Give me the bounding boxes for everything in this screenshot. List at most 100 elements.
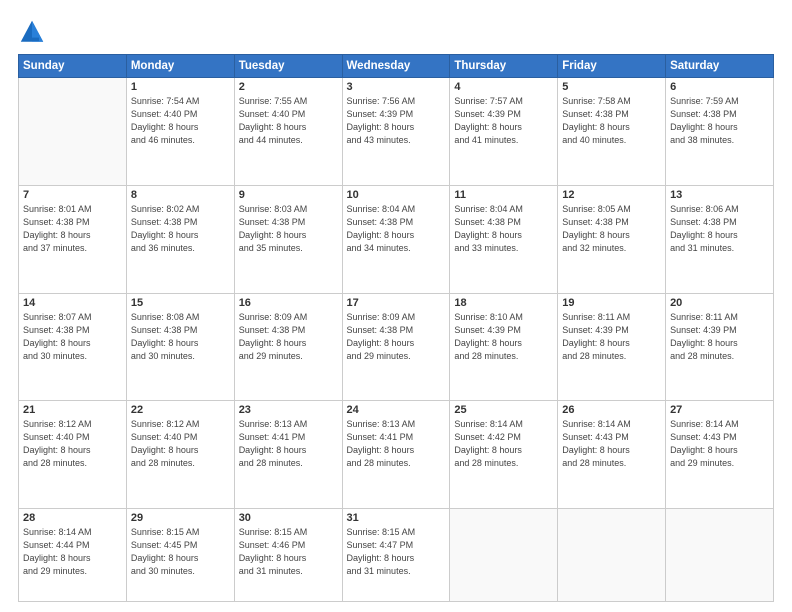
calendar-cell: 23 Sunrise: 8:13 AMSunset: 4:41 PMDayligh… — [234, 401, 342, 509]
day-number: 22 — [131, 404, 230, 416]
day-info: Sunrise: 8:06 AMSunset: 4:38 PMDaylight:… — [670, 203, 769, 255]
day-number: 7 — [23, 189, 122, 201]
day-number: 27 — [670, 404, 769, 416]
day-info: Sunrise: 7:55 AMSunset: 4:40 PMDaylight:… — [239, 95, 338, 147]
day-number: 1 — [131, 81, 230, 93]
day-number: 15 — [131, 297, 230, 309]
day-number: 10 — [347, 189, 446, 201]
day-number: 2 — [239, 81, 338, 93]
day-number: 26 — [562, 404, 661, 416]
day-info: Sunrise: 8:04 AMSunset: 4:38 PMDaylight:… — [347, 203, 446, 255]
calendar-week-row: 21 Sunrise: 8:12 AMSunset: 4:40 PMDayligh… — [19, 401, 774, 509]
day-info: Sunrise: 8:15 AMSunset: 4:46 PMDaylight:… — [239, 526, 338, 578]
calendar-cell: 18 Sunrise: 8:10 AMSunset: 4:39 PMDayligh… — [450, 293, 558, 401]
day-number: 6 — [670, 81, 769, 93]
day-info: Sunrise: 7:54 AMSunset: 4:40 PMDaylight:… — [131, 95, 230, 147]
day-info: Sunrise: 8:14 AMSunset: 4:42 PMDaylight:… — [454, 418, 553, 470]
day-number: 17 — [347, 297, 446, 309]
calendar-cell — [450, 509, 558, 602]
day-info: Sunrise: 8:11 AMSunset: 4:39 PMDaylight:… — [562, 311, 661, 363]
calendar-cell: 24Sunrise: 8:13 AMSunset: 4:41 PMDayligh… — [342, 401, 450, 509]
day-number: 20 — [670, 297, 769, 309]
day-number: 19 — [562, 297, 661, 309]
day-number: 25 — [454, 404, 553, 416]
day-info: Sunrise: 8:05 AMSunset: 4:38 PMDaylight:… — [562, 203, 661, 255]
calendar-cell: 12 Sunrise: 8:05 AMSunset: 4:38 PMDayligh… — [558, 185, 666, 293]
day-info: Sunrise: 8:09 AMSunset: 4:38 PMDaylight:… — [239, 311, 338, 363]
day-number: 5 — [562, 81, 661, 93]
calendar-cell: 26 Sunrise: 8:14 AMSunset: 4:43 PMDayligh… — [558, 401, 666, 509]
day-info: Sunrise: 8:14 AMSunset: 4:43 PMDaylight:… — [670, 418, 769, 470]
day-number: 21 — [23, 404, 122, 416]
calendar-cell: 4 Sunrise: 7:57 AMSunset: 4:39 PMDaylight… — [450, 78, 558, 186]
day-number: 24 — [347, 404, 446, 416]
day-info: Sunrise: 8:11 AMSunset: 4:39 PMDaylight:… — [670, 311, 769, 363]
day-info: Sunrise: 7:59 AMSunset: 4:38 PMDaylight:… — [670, 95, 769, 147]
calendar-cell: 6 Sunrise: 7:59 AMSunset: 4:38 PMDaylight… — [666, 78, 774, 186]
day-number: 12 — [562, 189, 661, 201]
calendar-cell: 3 Sunrise: 7:56 AMSunset: 4:39 PMDaylight… — [342, 78, 450, 186]
calendar-week-row: 7 Sunrise: 8:01 AMSunset: 4:38 PMDaylight… — [19, 185, 774, 293]
calendar-cell: 28Sunrise: 8:14 AMSunset: 4:44 PMDayligh… — [19, 509, 127, 602]
page: SundayMondayTuesdayWednesdayThursdayFrid… — [0, 0, 792, 612]
calendar-cell: 11 Sunrise: 8:04 AMSunset: 4:38 PMDayligh… — [450, 185, 558, 293]
calendar-header-tuesday: Tuesday — [234, 55, 342, 78]
calendar-cell: 5Sunrise: 7:58 AMSunset: 4:38 PMDaylight… — [558, 78, 666, 186]
day-info: Sunrise: 8:12 AMSunset: 4:40 PMDaylight:… — [131, 418, 230, 470]
calendar-week-row: 28Sunrise: 8:14 AMSunset: 4:44 PMDayligh… — [19, 509, 774, 602]
day-number: 29 — [131, 512, 230, 524]
calendar-cell: 14Sunrise: 8:07 AMSunset: 4:38 PMDayligh… — [19, 293, 127, 401]
calendar-cell: 20 Sunrise: 8:11 AMSunset: 4:39 PMDayligh… — [666, 293, 774, 401]
calendar-header-wednesday: Wednesday — [342, 55, 450, 78]
calendar-cell: 29Sunrise: 8:15 AMSunset: 4:45 PMDayligh… — [126, 509, 234, 602]
calendar-cell — [19, 78, 127, 186]
day-number: 4 — [454, 81, 553, 93]
day-info: Sunrise: 8:14 AMSunset: 4:43 PMDaylight:… — [562, 418, 661, 470]
calendar-header-saturday: Saturday — [666, 55, 774, 78]
calendar-cell: 8 Sunrise: 8:02 AMSunset: 4:38 PMDaylight… — [126, 185, 234, 293]
day-number: 16 — [239, 297, 338, 309]
day-number: 18 — [454, 297, 553, 309]
calendar-cell — [558, 509, 666, 602]
calendar-cell: 2 Sunrise: 7:55 AMSunset: 4:40 PMDaylight… — [234, 78, 342, 186]
calendar-cell: 17Sunrise: 8:09 AMSunset: 4:38 PMDayligh… — [342, 293, 450, 401]
day-number: 11 — [454, 189, 553, 201]
header — [18, 18, 774, 46]
calendar-week-row: 14Sunrise: 8:07 AMSunset: 4:38 PMDayligh… — [19, 293, 774, 401]
calendar-cell: 21Sunrise: 8:12 AMSunset: 4:40 PMDayligh… — [19, 401, 127, 509]
calendar-cell: 30Sunrise: 8:15 AMSunset: 4:46 PMDayligh… — [234, 509, 342, 602]
day-number: 8 — [131, 189, 230, 201]
calendar-cell: 9Sunrise: 8:03 AMSunset: 4:38 PMDaylight… — [234, 185, 342, 293]
day-info: Sunrise: 8:01 AMSunset: 4:38 PMDaylight:… — [23, 203, 122, 255]
day-number: 13 — [670, 189, 769, 201]
day-info: Sunrise: 8:02 AMSunset: 4:38 PMDaylight:… — [131, 203, 230, 255]
day-number: 31 — [347, 512, 446, 524]
day-info: Sunrise: 8:04 AMSunset: 4:38 PMDaylight:… — [454, 203, 553, 255]
day-info: Sunrise: 8:08 AMSunset: 4:38 PMDaylight:… — [131, 311, 230, 363]
day-number: 23 — [239, 404, 338, 416]
calendar-header-sunday: Sunday — [19, 55, 127, 78]
calendar-header-monday: Monday — [126, 55, 234, 78]
day-number: 9 — [239, 189, 338, 201]
day-info: Sunrise: 8:14 AMSunset: 4:44 PMDaylight:… — [23, 526, 122, 578]
logo — [18, 18, 50, 46]
calendar-header-thursday: Thursday — [450, 55, 558, 78]
calendar-cell: 25 Sunrise: 8:14 AMSunset: 4:42 PMDayligh… — [450, 401, 558, 509]
calendar-cell — [666, 509, 774, 602]
day-info: Sunrise: 7:57 AMSunset: 4:39 PMDaylight:… — [454, 95, 553, 147]
day-info: Sunrise: 8:07 AMSunset: 4:38 PMDaylight:… — [23, 311, 122, 363]
calendar-cell: 13 Sunrise: 8:06 AMSunset: 4:38 PMDayligh… — [666, 185, 774, 293]
day-info: Sunrise: 8:10 AMSunset: 4:39 PMDaylight:… — [454, 311, 553, 363]
calendar-cell: 19 Sunrise: 8:11 AMSunset: 4:39 PMDayligh… — [558, 293, 666, 401]
calendar-cell: 10 Sunrise: 8:04 AMSunset: 4:38 PMDayligh… — [342, 185, 450, 293]
calendar-header-row: SundayMondayTuesdayWednesdayThursdayFrid… — [19, 55, 774, 78]
calendar-week-row: 1 Sunrise: 7:54 AMSunset: 4:40 PMDaylight… — [19, 78, 774, 186]
day-info: Sunrise: 7:56 AMSunset: 4:39 PMDaylight:… — [347, 95, 446, 147]
calendar-table: SundayMondayTuesdayWednesdayThursdayFrid… — [18, 54, 774, 602]
day-info: Sunrise: 8:15 AMSunset: 4:47 PMDaylight:… — [347, 526, 446, 578]
day-info: Sunrise: 8:13 AMSunset: 4:41 PMDaylight:… — [239, 418, 338, 470]
day-number: 3 — [347, 81, 446, 93]
logo-icon — [18, 18, 46, 46]
calendar-cell: 22 Sunrise: 8:12 AMSunset: 4:40 PMDayligh… — [126, 401, 234, 509]
calendar-cell: 16 Sunrise: 8:09 AMSunset: 4:38 PMDayligh… — [234, 293, 342, 401]
